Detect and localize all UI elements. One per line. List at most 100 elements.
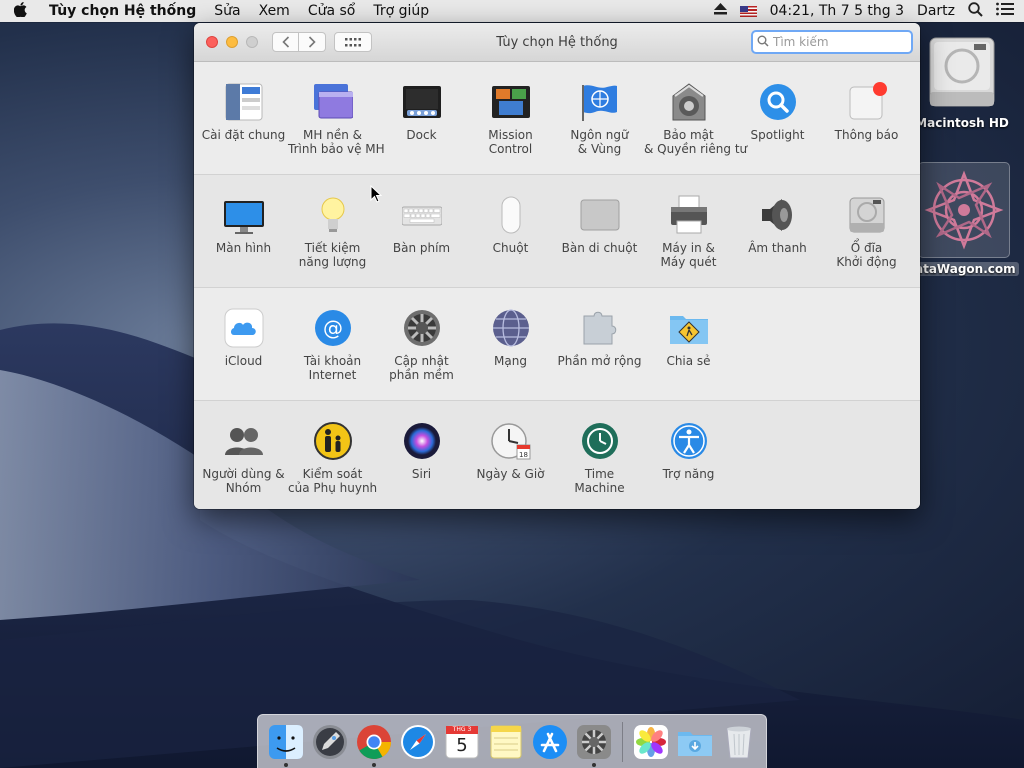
language-region-icon: [580, 82, 620, 122]
pane-accessibility[interactable]: Trợ năng: [644, 401, 733, 509]
menu-help[interactable]: Trợ giúp: [364, 3, 438, 19]
notes-icon: [490, 725, 522, 758]
menu-edit[interactable]: Sửa: [205, 3, 249, 19]
security-privacy-icon: [669, 82, 709, 122]
pane-trackpad[interactable]: Bàn di chuột: [555, 175, 644, 287]
dock-system-preferences[interactable]: [576, 724, 612, 767]
pane-users-groups[interactable]: Người dùng & Nhóm: [199, 401, 288, 509]
photos-icon: [634, 724, 668, 759]
pane-software-update[interactable]: Cập nhật phần mềm: [377, 288, 466, 400]
pane-printers-scanners[interactable]: Máy in & Máy quét: [644, 175, 733, 287]
apple-menu-icon[interactable]: [0, 1, 40, 21]
pane-displays[interactable]: Màn hình: [199, 175, 288, 287]
calendar-month: THG 3: [452, 725, 472, 733]
pane-label: iCloud: [224, 354, 263, 368]
pane-label: Màn hình: [215, 241, 272, 255]
pane-mission-control[interactable]: Mission Control: [466, 62, 555, 174]
search-input[interactable]: [771, 34, 901, 50]
prefs-section-personal: Cài đặt chung MH nền & Trình bảo vệ MH Do…: [194, 62, 920, 175]
pane-label: Kiểm soát của Phụ huynh: [288, 467, 378, 495]
desktop-screensaver-icon: [313, 82, 353, 122]
pane-extensions[interactable]: Phần mở rộng: [555, 288, 644, 400]
mouse-pointer-icon: [370, 185, 382, 203]
time-machine-icon: [580, 421, 620, 461]
dock-trash[interactable]: [721, 724, 757, 760]
pane-security-privacy[interactable]: Bảo mật & Quyền riêng tư: [644, 62, 747, 174]
spotlight-icon: [758, 82, 798, 122]
pane-notifications[interactable]: Thông báo: [822, 62, 911, 174]
menu-view[interactable]: Xem: [250, 3, 299, 19]
network-icon: [491, 308, 531, 348]
notification-center-icon[interactable]: [996, 2, 1014, 20]
dock-photos[interactable]: [633, 724, 669, 760]
input-source-flag-icon[interactable]: [739, 5, 757, 17]
eject-icon[interactable]: [713, 3, 727, 19]
desktop-icon-image[interactable]: ataWagon.com: [912, 162, 1019, 277]
pane-spotlight[interactable]: Spotlight: [733, 62, 822, 174]
dock-calendar[interactable]: THG 3 5: [444, 724, 480, 760]
menu-app-name[interactable]: Tùy chọn Hệ thống: [40, 3, 205, 19]
dock-launchpad[interactable]: [312, 724, 348, 760]
pane-label: Phần mở rộng: [557, 354, 642, 368]
pane-icloud[interactable]: iCloud: [199, 288, 288, 400]
show-all-button[interactable]: [334, 32, 372, 52]
energy-saver-icon: [313, 195, 353, 235]
pane-general[interactable]: Cài đặt chung: [199, 62, 288, 174]
pane-date-time[interactable]: 18 Ngày & Giờ: [466, 401, 555, 509]
pane-label: Siri: [411, 467, 432, 481]
pane-label: Trợ năng: [662, 467, 715, 481]
internet-accounts-icon: @: [313, 308, 353, 348]
pane-parental-controls[interactable]: Kiểm soát của Phụ huynh: [288, 401, 377, 509]
spotlight-menu-icon[interactable]: [968, 1, 983, 21]
forward-button[interactable]: [299, 32, 326, 52]
desktop-icon-label: ataWagon.com: [912, 262, 1019, 276]
search-field[interactable]: [751, 30, 913, 54]
pane-label: Ngôn ngữ & Vùng: [570, 128, 629, 156]
pane-time-machine[interactable]: Time Machine: [555, 401, 644, 509]
window-titlebar[interactable]: Tùy chọn Hệ thống: [194, 23, 920, 62]
downloads-folder-icon: [678, 731, 712, 756]
pane-mouse[interactable]: Chuột: [466, 175, 555, 287]
users-groups-icon: [224, 421, 264, 461]
sharing-icon: [669, 308, 709, 348]
chrome-icon: [357, 724, 391, 759]
pane-label: Chia sẻ: [666, 354, 711, 368]
close-button[interactable]: [206, 36, 218, 48]
pane-energy-saver[interactable]: Tiết kiệm năng lượng: [288, 175, 377, 287]
pane-network[interactable]: Mạng: [466, 288, 555, 400]
minimize-button[interactable]: [226, 36, 238, 48]
trackpad-icon: [580, 195, 620, 235]
pane-label: Mission Control: [488, 128, 533, 156]
zoom-button[interactable]: [246, 36, 258, 48]
pane-label: Cài đặt chung: [201, 128, 286, 142]
pane-label: Tiết kiệm năng lượng: [298, 241, 367, 269]
pane-label: Time Machine: [574, 467, 625, 495]
pane-label: Bàn di chuột: [561, 241, 638, 255]
pane-desktop-screensaver[interactable]: MH nền & Trình bảo vệ MH: [288, 62, 385, 174]
back-button[interactable]: [272, 32, 299, 52]
icloud-icon: [224, 308, 264, 348]
pane-label: MH nền & Trình bảo vệ MH: [288, 128, 385, 156]
menu-user[interactable]: Dartz: [917, 3, 955, 19]
pane-label: Spotlight: [750, 128, 805, 142]
dock-app-store[interactable]: [532, 724, 568, 760]
pane-sound[interactable]: Âm thanh: [733, 175, 822, 287]
pane-keyboard[interactable]: Bàn phím: [377, 175, 466, 287]
pane-startup-disk[interactable]: Ổ đĩa Khởi động: [822, 175, 911, 287]
dock-chrome[interactable]: [356, 724, 392, 767]
dock-finder[interactable]: [268, 724, 304, 767]
pane-siri[interactable]: Siri: [377, 401, 466, 509]
dock-safari[interactable]: [400, 724, 436, 760]
trash-icon: [726, 726, 752, 758]
notifications-icon: [847, 82, 887, 122]
menu-clock[interactable]: 04:21, Th 7 5 thg 3: [770, 3, 904, 19]
dock: THG 3 5: [257, 714, 767, 768]
menu-window[interactable]: Cửa sổ: [299, 3, 365, 19]
pane-internet-accounts[interactable]: @ Tài khoản Internet: [288, 288, 377, 400]
pane-language-region[interactable]: Ngôn ngữ & Vùng: [555, 62, 644, 174]
dock-notes[interactable]: [488, 724, 524, 760]
dock-downloads[interactable]: [677, 724, 713, 760]
pane-sharing[interactable]: Chia sẻ: [644, 288, 733, 400]
desktop-icon-macintosh-hd[interactable]: Macintosh HD: [912, 32, 1012, 130]
pane-dock[interactable]: Dock: [377, 62, 466, 174]
